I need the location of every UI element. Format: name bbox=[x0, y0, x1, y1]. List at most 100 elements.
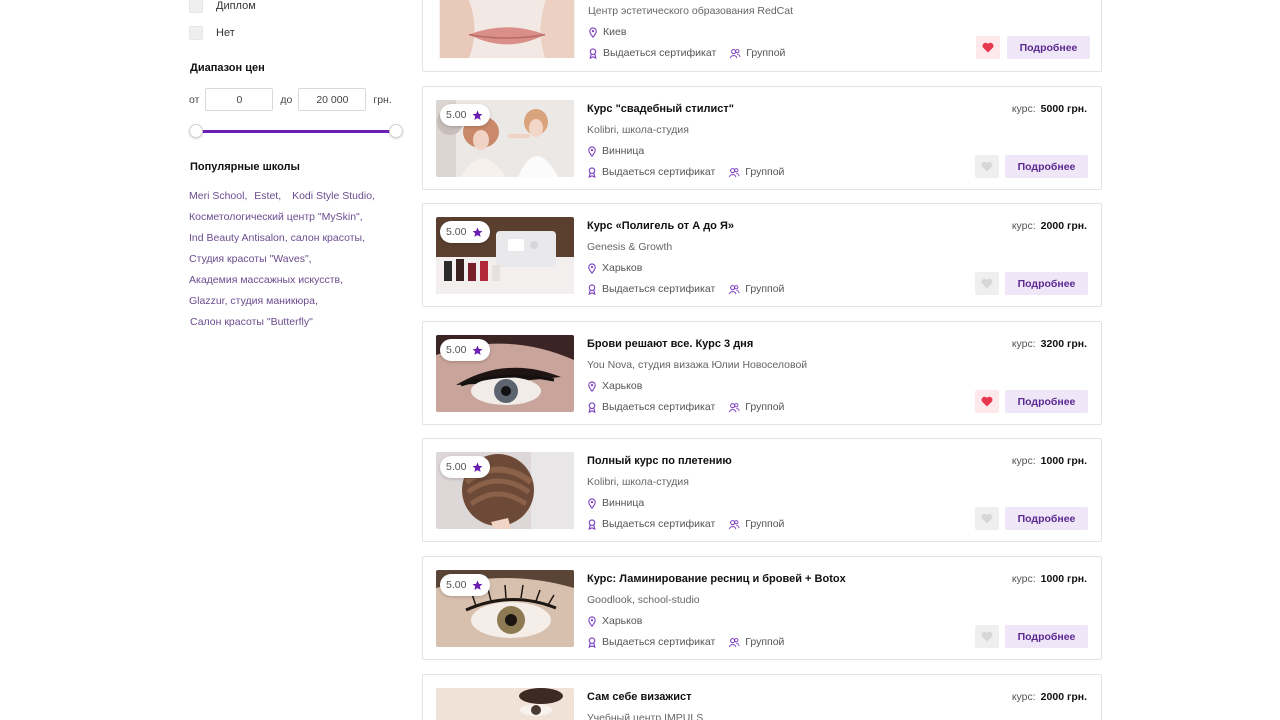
course-title[interactable]: Сам себе визажист bbox=[587, 691, 691, 703]
course-meta: Выдаеться сертификат Группой bbox=[587, 166, 784, 178]
school-link[interactable]: Ind Beauty Antisalon, салон красоты, bbox=[189, 232, 365, 244]
group-label: Группой bbox=[745, 166, 785, 178]
course-title[interactable]: Курс: Ламинирование ресниц и бровей + Bo… bbox=[587, 573, 846, 585]
course-city-label: Винница bbox=[602, 497, 645, 509]
checkbox-box[interactable] bbox=[189, 0, 203, 13]
favorite-button[interactable] bbox=[975, 507, 999, 530]
course-title[interactable]: Брови решают все. Курс 3 дня bbox=[587, 338, 753, 350]
school-link[interactable]: Meri School, bbox=[189, 190, 247, 202]
course-city-label: Харьков bbox=[602, 615, 643, 627]
schools-line: Meri School, Estet, Kodi Style Studio, bbox=[189, 186, 419, 207]
school-link[interactable]: Kodi Style Studio, bbox=[292, 190, 375, 202]
course-title[interactable]: Полный курс по плетению bbox=[587, 455, 732, 467]
price-slider[interactable] bbox=[189, 124, 403, 138]
manicure-icon: 5.00 bbox=[436, 217, 574, 294]
checkbox-box[interactable] bbox=[189, 26, 203, 40]
course-card[interactable]: Центр эстетического образования RedCat К… bbox=[422, 0, 1102, 72]
rating-badge: 5.00 bbox=[440, 456, 491, 478]
course-school: Центр эстетического образования RedCat bbox=[588, 5, 794, 17]
group-format: Группой bbox=[728, 283, 784, 295]
price-slider-min-handle[interactable] bbox=[189, 124, 203, 138]
rating-value: 5.00 bbox=[446, 109, 467, 121]
certificate-label: Выдаеться сертификат bbox=[602, 401, 716, 413]
school-link[interactable]: Студия красоты "Waves", bbox=[189, 253, 312, 265]
course-card[interactable]: 5.00 Курс "свадебный стилист" Kolibri, ш… bbox=[422, 86, 1102, 190]
course-city: Киев bbox=[588, 26, 626, 38]
course-card[interactable]: 5.00 Полный курс по плетению Kolibri, шк… bbox=[422, 438, 1102, 542]
course-title[interactable]: Курс "свадебный стилист" bbox=[587, 103, 734, 115]
favorite-button[interactable] bbox=[976, 36, 1000, 59]
course-card[interactable]: 5.00 Курс: Ламинирование ресниц и бровей… bbox=[422, 556, 1102, 660]
course-price: курс: 1000 грн. bbox=[1012, 573, 1087, 585]
makeup-icon bbox=[436, 688, 574, 720]
course-price: курс: 5000 грн. bbox=[1012, 103, 1087, 115]
favorite-button[interactable] bbox=[975, 625, 999, 648]
course-price: курс: 3200 грн. bbox=[1012, 338, 1087, 350]
course-title[interactable]: Курс «Полигель от А до Я» bbox=[587, 220, 734, 232]
certificate-icon bbox=[588, 166, 596, 178]
school-link[interactable]: Салон красоты "Butterfly" bbox=[190, 316, 313, 328]
group-format: Группой bbox=[728, 166, 784, 178]
location-pin-icon bbox=[588, 145, 596, 157]
course-school: You Nova, студия визажа Юлии Новоселовой bbox=[587, 359, 808, 371]
price-from-label: от bbox=[189, 93, 200, 106]
rating-badge: 5.00 bbox=[440, 339, 491, 361]
group-label: Группой bbox=[745, 518, 785, 530]
rating-value: 5.00 bbox=[446, 579, 467, 591]
school-link[interactable]: Академия массажных искусств, bbox=[189, 274, 343, 286]
checkbox-diploma[interactable]: Диплом bbox=[189, 0, 256, 13]
heart-icon bbox=[981, 278, 993, 289]
group-label: Группой bbox=[746, 47, 786, 59]
school-link[interactable]: Косметологический центр "MySkin", bbox=[189, 211, 363, 223]
checkbox-no[interactable]: Нет bbox=[189, 26, 235, 40]
group-icon bbox=[730, 48, 741, 58]
group-label: Группой bbox=[745, 401, 785, 413]
school-link[interactable]: Glazzur, студия маникюра, bbox=[189, 295, 318, 307]
course-card[interactable]: Сам себе визажист Учебный центр IMPULS к… bbox=[422, 674, 1102, 720]
star-icon bbox=[472, 580, 483, 590]
course-card[interactable]: 5.00 Брови решают все. Курс 3 дня You No… bbox=[422, 321, 1102, 425]
favorite-button[interactable] bbox=[975, 272, 999, 295]
price-range-heading: Диапазон цен bbox=[190, 62, 265, 74]
more-details-button[interactable]: Подробнее bbox=[1005, 507, 1088, 530]
star-icon bbox=[472, 345, 483, 355]
rating-value: 5.00 bbox=[446, 344, 467, 356]
popular-schools-list: Meri School, Estet, Kodi Style Studio, К… bbox=[189, 186, 419, 333]
favorite-button[interactable] bbox=[975, 155, 999, 178]
more-details-button[interactable]: Подробнее bbox=[1005, 625, 1088, 648]
certificate-icon bbox=[589, 47, 597, 59]
price-from-input[interactable]: 0 bbox=[205, 88, 274, 111]
heart-icon bbox=[981, 161, 993, 172]
more-details-button[interactable]: Подробнее bbox=[1007, 36, 1090, 59]
popular-schools-heading: Популярные школы bbox=[190, 161, 300, 173]
more-details-button[interactable]: Подробнее bbox=[1005, 390, 1088, 413]
rating-value: 5.00 bbox=[446, 226, 467, 238]
schools-line: Студия красоты "Waves", bbox=[189, 249, 419, 270]
course-card[interactable]: 5.00 Курс «Полигель от А до Я» Genesis &… bbox=[422, 203, 1102, 307]
group-icon bbox=[729, 402, 740, 412]
rating-badge: 5.00 bbox=[440, 574, 491, 596]
group-icon bbox=[729, 167, 740, 177]
course-city: Харьков bbox=[587, 615, 642, 627]
braid-icon: 5.00 bbox=[436, 452, 574, 529]
price-slider-max-handle[interactable] bbox=[389, 124, 403, 138]
course-school: Учебный центр IMPULS bbox=[587, 712, 704, 720]
star-icon bbox=[472, 462, 483, 472]
rating-value: 5.00 bbox=[446, 461, 467, 473]
group-format: Группой bbox=[729, 47, 785, 59]
price-label: курс: bbox=[1011, 338, 1036, 350]
school-link[interactable]: Estet, bbox=[254, 190, 281, 202]
course-price: курс: 2000 грн. bbox=[1012, 691, 1087, 703]
heart-icon bbox=[981, 513, 993, 524]
group-label: Группой bbox=[745, 283, 785, 295]
price-to-input[interactable]: 20 000 bbox=[298, 88, 367, 111]
more-details-button[interactable]: Подробнее bbox=[1005, 272, 1088, 295]
schools-line: Косметологический центр "MySkin", bbox=[189, 207, 419, 228]
price-label: курс: bbox=[1011, 691, 1036, 703]
course-city: Винница bbox=[587, 145, 644, 157]
course-school: Goodlook, school-studio bbox=[587, 594, 700, 606]
price-value: 3200 грн. bbox=[1040, 338, 1087, 350]
heart-icon bbox=[981, 396, 993, 407]
more-details-button[interactable]: Подробнее bbox=[1005, 155, 1088, 178]
favorite-button[interactable] bbox=[975, 390, 999, 413]
